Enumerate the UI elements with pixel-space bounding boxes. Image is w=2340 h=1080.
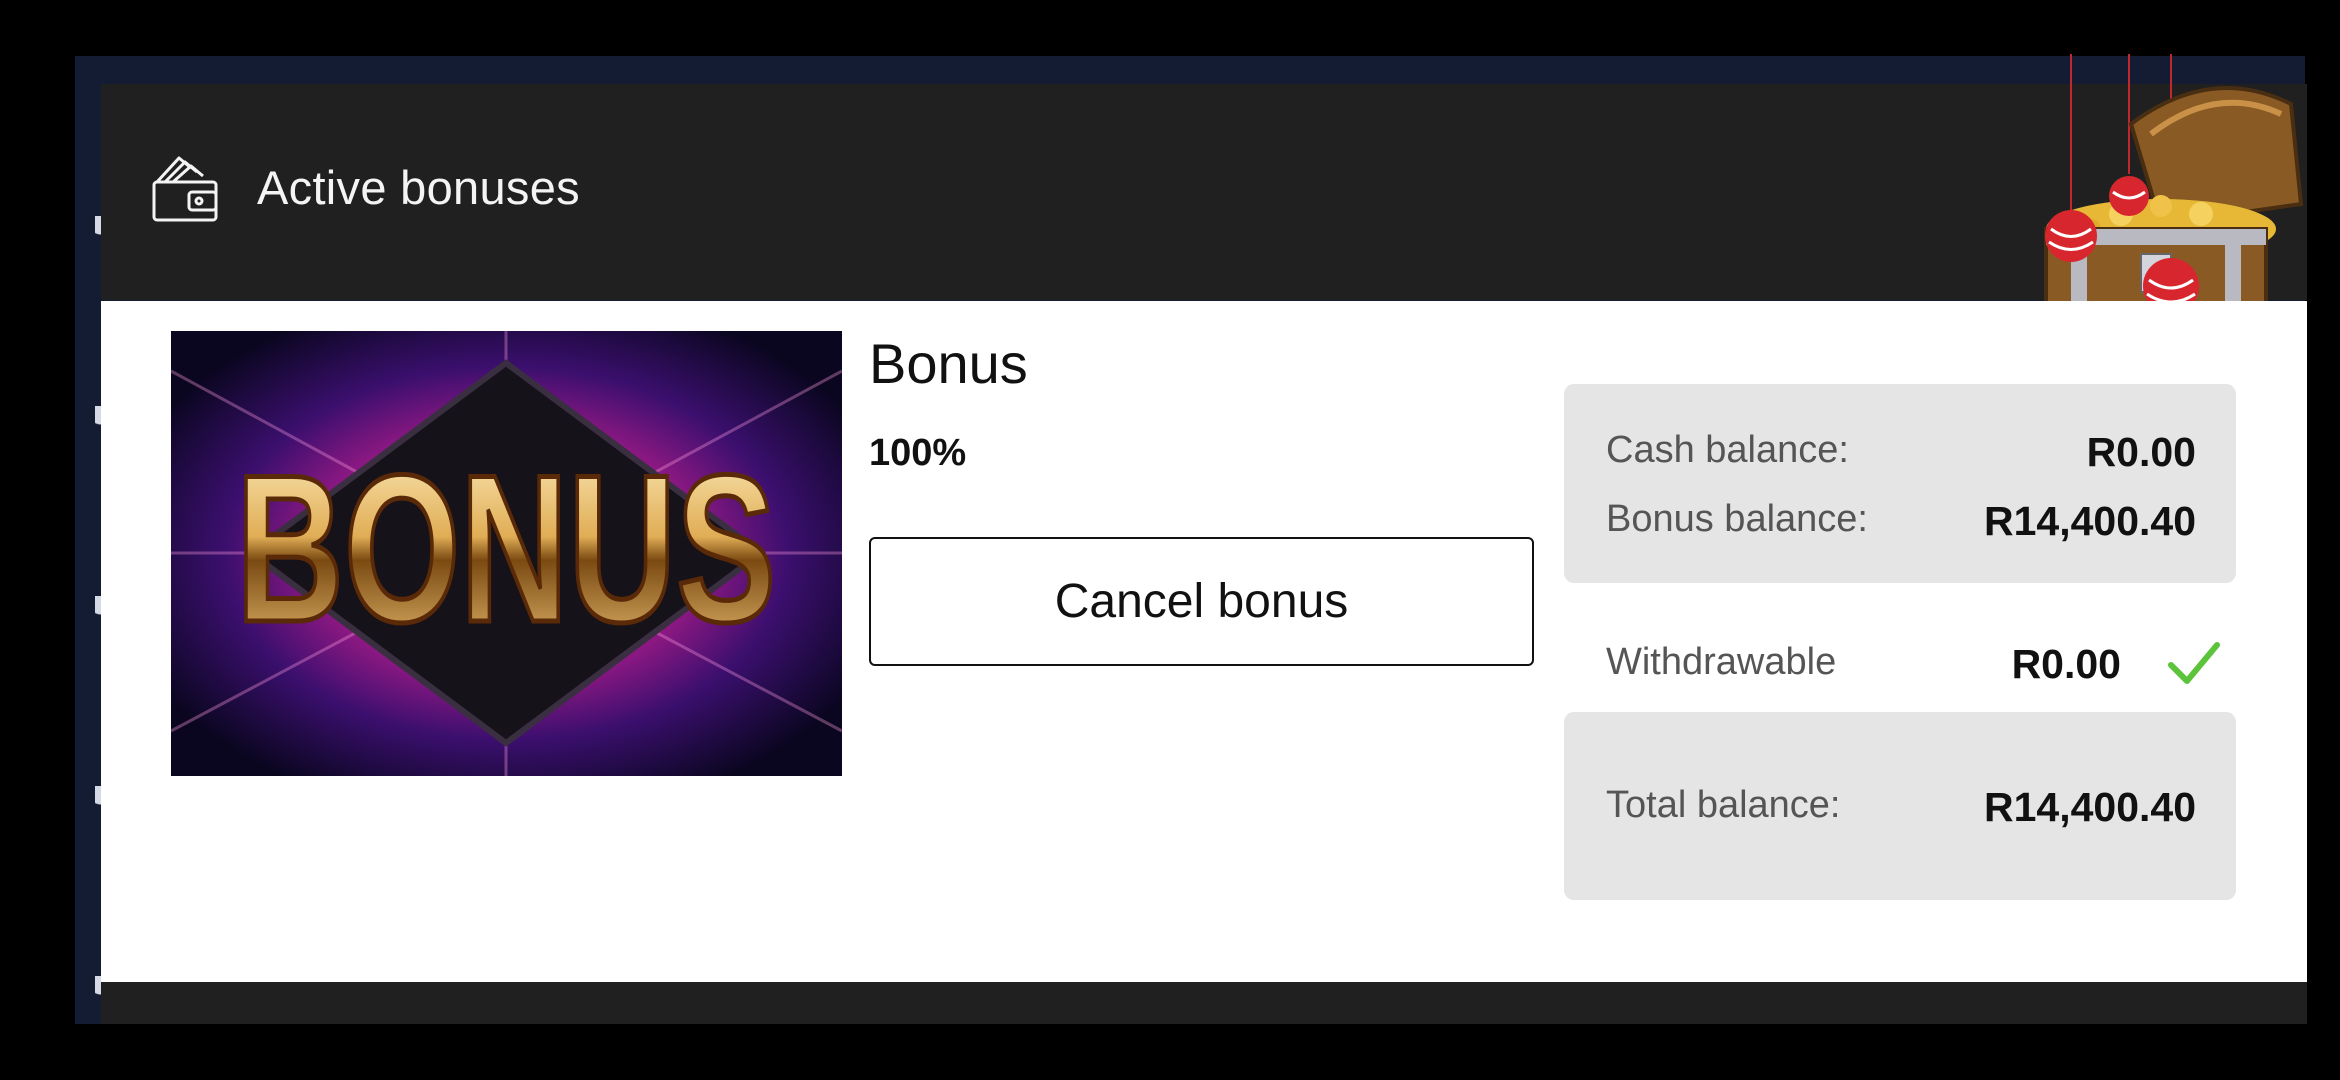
cash-balance-label: Cash balance: bbox=[1606, 429, 1849, 471]
check-icon bbox=[2168, 642, 2220, 684]
total-balance-box: Total balance: R14,400.40 bbox=[1564, 712, 2236, 900]
bonus-title: Bonus bbox=[869, 332, 1028, 395]
bonus-image-text: BONUS bbox=[236, 431, 776, 666]
withdrawable-label: Withdrawable bbox=[1606, 641, 1837, 683]
withdrawable-value: R0.00 bbox=[2011, 641, 2121, 687]
bonus-promo-image: BONUS bbox=[171, 331, 842, 776]
total-balance-label: Total balance: bbox=[1606, 784, 1841, 826]
bonus-details-panel: BONUS Bonus 100% Cancel bonus Cash balan… bbox=[101, 301, 2307, 982]
balance-summary-box: Cash balance: R0.00 Bonus balance: R14,4… bbox=[1564, 384, 2236, 583]
page-title: Active bonuses bbox=[257, 161, 580, 214]
bonus-percent: 100% bbox=[869, 432, 967, 474]
active-bonuses-header: Active bonuses bbox=[101, 54, 2307, 342]
total-balance-value: R14,400.40 bbox=[1983, 784, 2196, 830]
bonus-balance-label: Bonus balance: bbox=[1606, 498, 1868, 540]
cancel-bonus-button[interactable]: Cancel bonus bbox=[869, 537, 1534, 666]
bonus-balance-value: R14,400.40 bbox=[1983, 498, 2196, 544]
cash-balance-value: R0.00 bbox=[2086, 429, 2196, 475]
footer-strip bbox=[101, 982, 2307, 1024]
wallet-icon bbox=[152, 156, 218, 222]
